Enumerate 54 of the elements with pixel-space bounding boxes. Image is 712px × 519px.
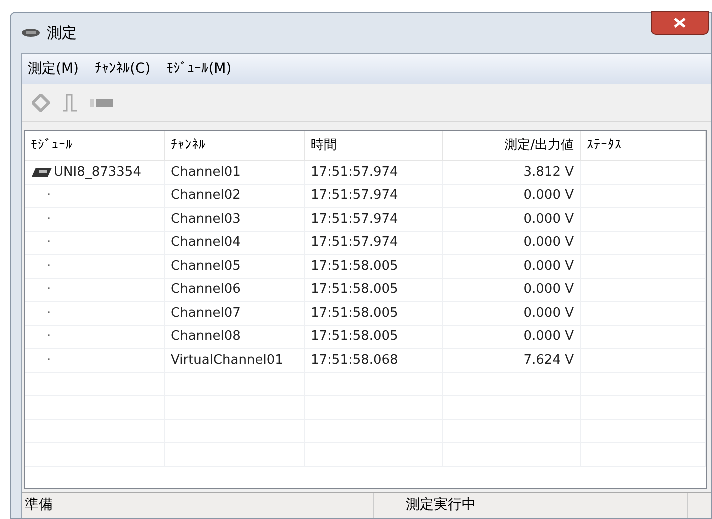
module-name: UNI8_873354 — [54, 164, 142, 182]
table-cell: Channel05 — [165, 255, 305, 278]
table-cell: 7.624 V — [443, 349, 581, 372]
table-cell: 0.000 V — [443, 184, 581, 207]
column-header[interactable]: ﾓｼﾞｭｰﾙ — [25, 131, 165, 160]
table-cell: 3.812 V — [443, 161, 581, 184]
table-cell: Channel04 — [165, 232, 305, 254]
table-cell: 17:51:57.974 — [305, 161, 443, 184]
tree-dot: · — [47, 328, 52, 346]
table-cell: 17:51:57.974 — [305, 208, 443, 230]
column-header[interactable]: ﾁｬﾝﾈﾙ — [165, 131, 305, 160]
tree-dot: · — [47, 234, 52, 252]
tree-dot: · — [47, 352, 52, 370]
menu-item[interactable]: ﾁｬﾝﾈﾙ(C) — [95, 58, 151, 80]
module-icon — [31, 166, 53, 178]
pulse-icon[interactable] — [62, 94, 78, 112]
window-title: 測定 — [47, 22, 77, 44]
menu-item[interactable]: 測定(M) — [28, 58, 80, 80]
table-cell: 17:51:58.005 — [305, 278, 443, 301]
table-cell: 0.000 V — [443, 255, 581, 278]
app-icon — [21, 28, 41, 38]
table-cell: 0.000 V — [443, 278, 581, 301]
table-cell: 0.000 V — [443, 326, 581, 348]
column-header[interactable]: 測定/出力値 — [443, 131, 581, 160]
close-icon — [674, 18, 686, 28]
diamond-icon[interactable] — [32, 94, 50, 112]
table-cell: VirtualChannel01 — [165, 349, 305, 372]
tree-dot: · — [47, 304, 52, 322]
table-cell: Channel07 — [165, 302, 305, 324]
grid-icon[interactable] — [90, 98, 114, 108]
status-text: 測定実行中 — [405, 496, 477, 515]
table-cell: Channel08 — [165, 326, 305, 348]
table-cell: 0.000 V — [443, 232, 581, 254]
tree-dot: · — [47, 187, 52, 205]
table-cell: Channel01 — [165, 161, 305, 184]
column-header[interactable]: 時間 — [305, 131, 443, 160]
table-cell: 17:51:58.005 — [305, 255, 443, 278]
table-cell: 0.000 V — [443, 302, 581, 324]
tree-dot: · — [47, 281, 52, 299]
tree-dot: · — [47, 258, 52, 276]
close-button[interactable] — [651, 11, 709, 35]
status-text: 準備 — [22, 493, 374, 518]
column-header[interactable]: ｽﾃｰﾀｽ — [581, 131, 706, 160]
menu-item[interactable]: ﾓｼﾞｭｰﾙ(M) — [166, 58, 232, 80]
table-cell: Channel06 — [165, 278, 305, 301]
table-cell: Channel03 — [165, 208, 305, 230]
table-cell: 17:51:58.005 — [305, 326, 443, 348]
table-cell: 17:51:58.068 — [305, 349, 443, 372]
table-cell: 0.000 V — [443, 208, 581, 230]
table-cell: Channel02 — [165, 184, 305, 207]
table-cell: 17:51:57.974 — [305, 232, 443, 254]
table-cell: 17:51:58.005 — [305, 302, 443, 324]
table-cell: 17:51:57.974 — [305, 184, 443, 207]
tree-dot: · — [47, 210, 52, 228]
